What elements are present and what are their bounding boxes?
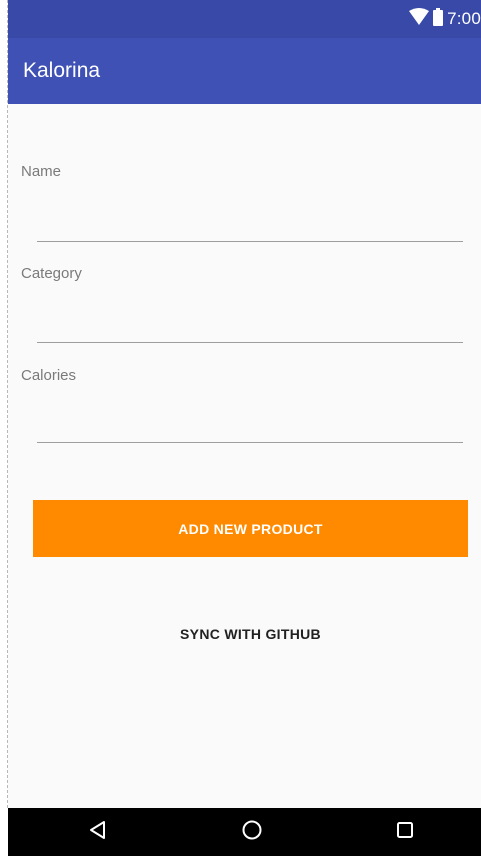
status-icons: 7:00: [409, 0, 481, 38]
category-input[interactable]: [37, 308, 463, 343]
name-input[interactable]: [37, 207, 463, 242]
battery-icon: [433, 7, 444, 31]
recents-button[interactable]: [375, 812, 435, 852]
wifi-icon: [409, 7, 430, 31]
home-button[interactable]: [222, 812, 282, 852]
home-icon: [241, 819, 263, 846]
add-new-product-button[interactable]: ADD NEW PRODUCT: [33, 500, 468, 557]
app-title: Kalorina: [23, 59, 101, 82]
status-time: 7:00: [447, 9, 481, 28]
app-bar: Kalorina: [8, 38, 481, 104]
back-icon: [88, 820, 108, 845]
status-bar: 7:00: [8, 0, 481, 38]
navigation-bar: [8, 808, 481, 856]
calories-label: Calories: [21, 367, 77, 384]
category-label: Category: [21, 265, 82, 282]
back-button[interactable]: [68, 812, 128, 852]
recents-icon: [396, 821, 414, 844]
calories-input[interactable]: [37, 408, 463, 443]
name-label: Name: [21, 163, 62, 180]
sync-with-github-button[interactable]: SYNC WITH GITHUB: [33, 612, 468, 656]
app-screen: 7:00 Kalorina Name Category Calories ADD…: [8, 0, 481, 856]
